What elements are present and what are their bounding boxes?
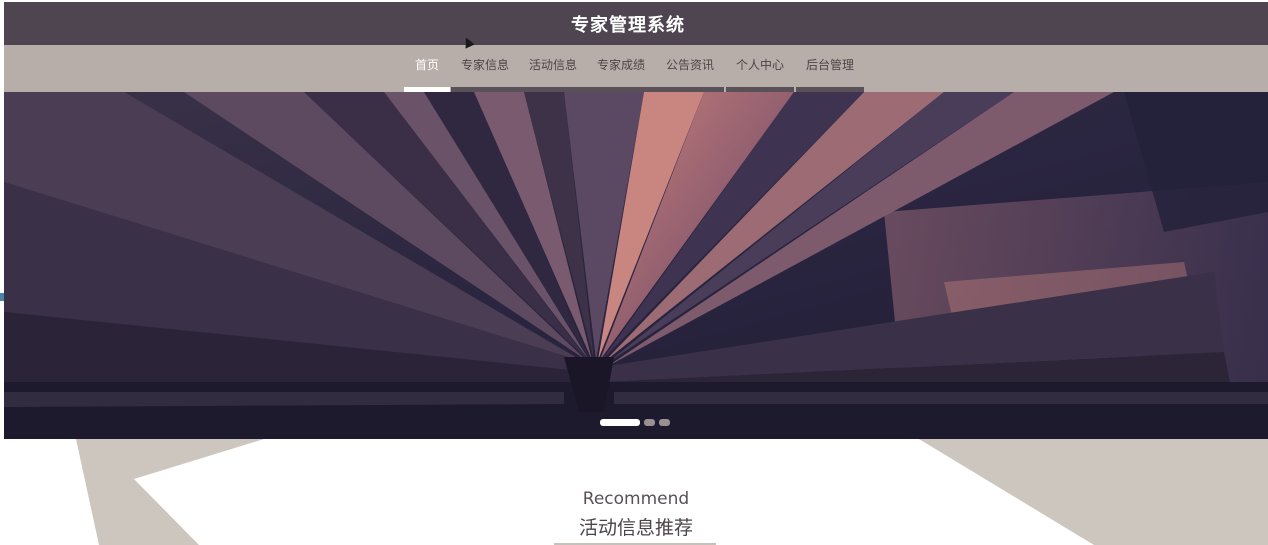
nav-item-personal-center[interactable]: 个人中心	[725, 45, 795, 92]
nav-item-label: 个人中心	[735, 58, 784, 72]
nav-item-label: 活动信息	[528, 58, 577, 72]
carousel-dot[interactable]	[644, 419, 655, 426]
nav-item-label: 首页	[414, 58, 439, 72]
site-title: 专家管理系统	[571, 14, 685, 36]
nav-item-label: 后台管理	[805, 58, 854, 72]
window-left-edge	[0, 0, 4, 545]
recommend-section: Recommend 活动信息推荐	[4, 439, 1268, 545]
main-nav: 首页 专家信息 活动信息 专家成绩 公告资讯 个人中心 后台管理	[4, 45, 1268, 92]
nav-item-admin[interactable]: 后台管理	[795, 45, 865, 92]
nav-item-label: 专家信息	[460, 58, 509, 72]
carousel-dot[interactable]	[600, 419, 640, 426]
nav-item-expert-scores[interactable]: 专家成绩	[587, 45, 655, 92]
window-top-edge	[0, 0, 1268, 2]
page: 专家管理系统 首页 专家信息 活动信息 专家成绩 公告资讯 个人中心 后台管理 …	[0, 0, 1268, 545]
nav-item-activities[interactable]: 活动信息	[519, 45, 587, 92]
banner-carousel[interactable]	[4, 92, 1268, 439]
nav-item-home[interactable]: 首页	[404, 45, 450, 92]
nav-item-label: 专家成绩	[596, 58, 645, 72]
site-header: 专家管理系统	[4, 2, 1268, 45]
section-title-en: Recommend	[582, 489, 690, 509]
nav-item-announcements[interactable]: 公告资讯	[655, 45, 725, 92]
banner-image	[4, 92, 1268, 439]
section-title-zh: 活动信息推荐	[578, 517, 693, 539]
nav-item-experts[interactable]: 专家信息	[451, 45, 519, 92]
resize-handle[interactable]	[0, 293, 4, 301]
carousel-dot[interactable]	[659, 419, 670, 426]
carousel-indicators	[600, 419, 670, 426]
nav-item-label: 公告资讯	[665, 58, 714, 72]
